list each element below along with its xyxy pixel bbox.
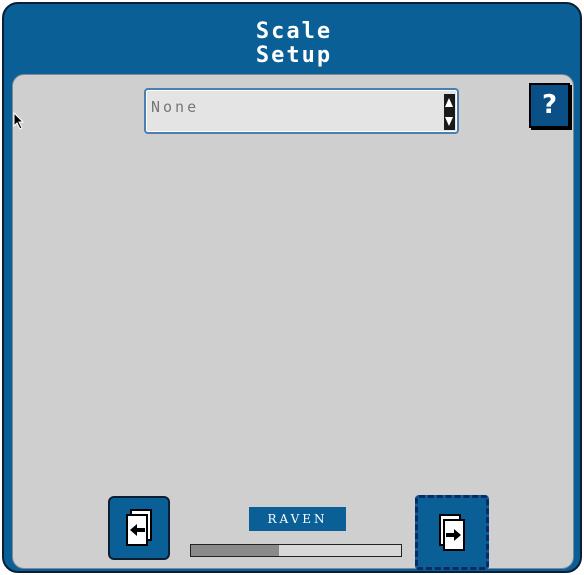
spinner-down-icon[interactable] [445,117,453,126]
up-down-spinner-icon[interactable] [444,94,455,130]
spinner-up-icon[interactable] [445,98,453,107]
page-back-arrow-icon [126,509,152,546]
content-panel: None ? [12,74,574,569]
help-button[interactable]: ? [529,83,570,128]
page-next-arrow-icon [439,513,465,551]
next-button[interactable] [415,495,489,570]
page-title: Scale Setup [4,20,584,68]
title-line-1: Scale [255,19,333,44]
scale-select[interactable]: None [144,88,459,134]
title-line-2: Setup [255,43,333,68]
scale-select-value: None [151,98,200,116]
progress-fill [191,545,280,556]
window-frame: Scale Setup None ? [2,2,582,573]
mouse-pointer-icon [13,112,25,130]
back-button[interactable] [108,496,170,560]
progress-bar [190,544,402,557]
raven-logo: RAVEN [249,507,346,531]
